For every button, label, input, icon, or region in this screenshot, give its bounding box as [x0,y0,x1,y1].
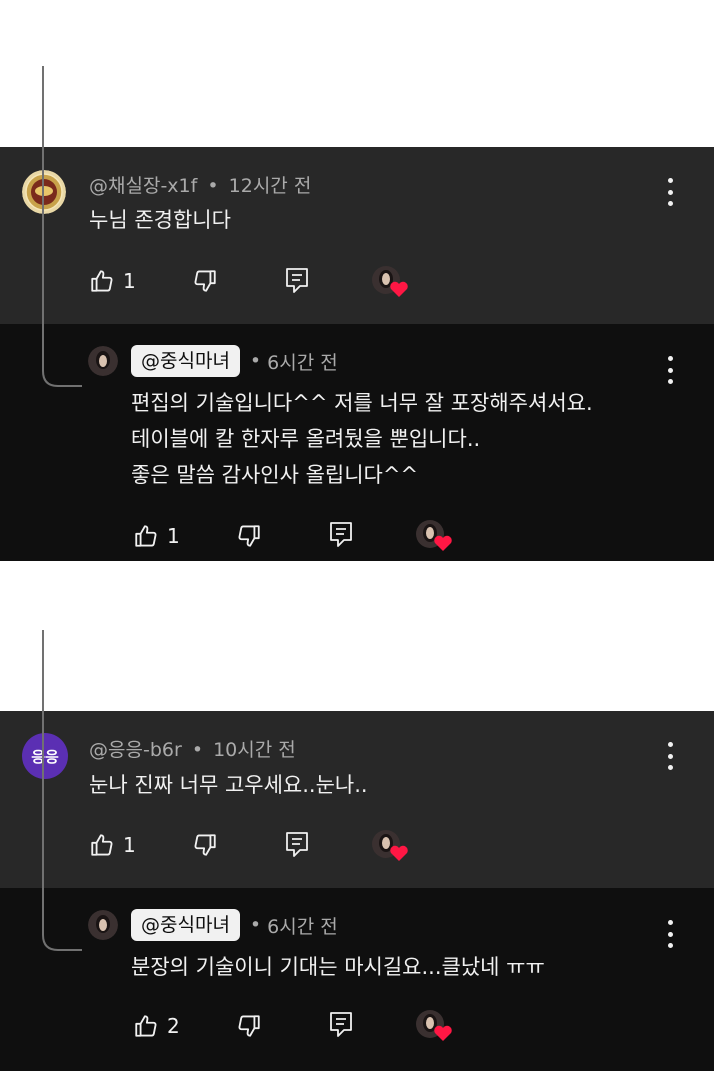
reply-time[interactable]: 6시간 전 [267,348,338,375]
like-count: 1 [123,269,136,293]
reply-author-avatar[interactable] [88,910,118,940]
reply-text-line: 좋은 말씀 감사인사 올립니다^^ [131,463,419,487]
reply-button[interactable] [329,1011,353,1039]
thumbs-down-icon [192,832,218,858]
reply-text: 분장의 기술이니 기대는 마시길요...클났네 ㅠㅠ [131,949,545,985]
reply-author-avatar[interactable] [88,346,118,376]
comment-icon [329,1011,353,1039]
comment-handle[interactable]: @채실장-x1f [89,175,197,197]
creator-handle-badge[interactable]: @중식마녀 [131,909,240,941]
reply-text-line: 테이블에 칼 한자루 올려뒀을 뿐입니다.. [131,427,481,451]
comment-reply-1: @중식마녀 • 6시간 전 편집의 기술입니다^^ 저를 너무 잘 포장해주셔서… [0,66,714,561]
dislike-button[interactable] [192,268,218,294]
meta-separator: • [207,175,219,197]
comment-text: 눈나 진짜 너무 고우세요..눈나.. [89,773,368,797]
dislike-button[interactable] [192,832,218,858]
like-button[interactable]: 2 [133,1012,183,1040]
dislike-button[interactable] [236,1013,262,1039]
comment-parent-2: 응응 @응응-b6r • 10시간 전 눈나 진짜 너무 고우세요..눈나.. … [0,711,714,888]
reply-meta: @중식마녀 • 6시간 전 [131,909,338,941]
meta-separator: • [249,350,262,372]
reply-text: 편집의 기술입니다^^ 저를 너무 잘 포장해주셔서요. 테이블에 칼 한자루 … [131,385,593,493]
thread-connector-line [42,630,82,951]
reply-text-line: 분장의 기술이니 기대는 마시길요...클났네 ㅠㅠ [131,955,545,979]
reply-time[interactable]: 6시간 전 [267,912,338,939]
creator-hearted-icon [416,1010,452,1041]
comment-icon [285,267,309,295]
creator-heart-badge [371,265,409,299]
thumbs-up-icon [133,523,159,549]
like-button[interactable]: 1 [133,522,183,550]
thumbs-down-icon [236,1013,262,1039]
comment-text: 누님 존경합니다 [89,208,231,232]
comment-reply-2: @중식마녀 • 6시간 전 분장의 기술이니 기대는 마시길요...클났네 ㅠㅠ… [0,630,714,1071]
meta-separator: • [191,739,204,761]
more-options-icon[interactable] [665,920,675,948]
like-count: 2 [167,1014,180,1038]
reply-button[interactable] [285,267,309,295]
dislike-button[interactable] [236,523,262,549]
creator-heart-badge [415,519,453,553]
more-options-icon[interactable] [665,356,675,384]
meta-separator: • [249,914,262,936]
more-options-icon[interactable] [665,742,675,770]
comment-time[interactable]: 12시간 전 [229,175,312,197]
creator-hearted-icon [372,830,408,861]
creator-heart-badge [371,829,409,863]
more-options-icon[interactable] [665,178,675,206]
creator-hearted-icon [416,520,452,551]
reply-button[interactable] [285,831,309,859]
thumbs-down-icon [236,523,262,549]
comment-handle[interactable]: @응응-b6r [89,739,182,761]
comment-icon [285,831,309,859]
comment-icon [329,521,353,549]
like-count: 1 [123,833,136,857]
creator-heart-badge [415,1009,453,1043]
like-count: 1 [167,524,180,548]
reply-text-line: 편집의 기술입니다^^ 저를 너무 잘 포장해주셔서요. [131,391,593,415]
reply-meta: @중식마녀 • 6시간 전 [131,345,338,377]
comment-meta: @채실장-x1f • 12시간 전 [89,171,311,198]
thumbs-down-icon [192,268,218,294]
reply-button[interactable] [329,521,353,549]
creator-handle-badge[interactable]: @중식마녀 [131,345,240,377]
creator-hearted-icon [372,266,408,297]
thumbs-up-icon [133,1013,159,1039]
comment-parent-1: @채실장-x1f • 12시간 전 누님 존경합니다 1 [0,147,714,324]
comment-time[interactable]: 10시간 전 [213,739,296,761]
comment-meta: @응응-b6r • 10시간 전 [89,735,296,762]
thread-connector-line [42,66,82,387]
